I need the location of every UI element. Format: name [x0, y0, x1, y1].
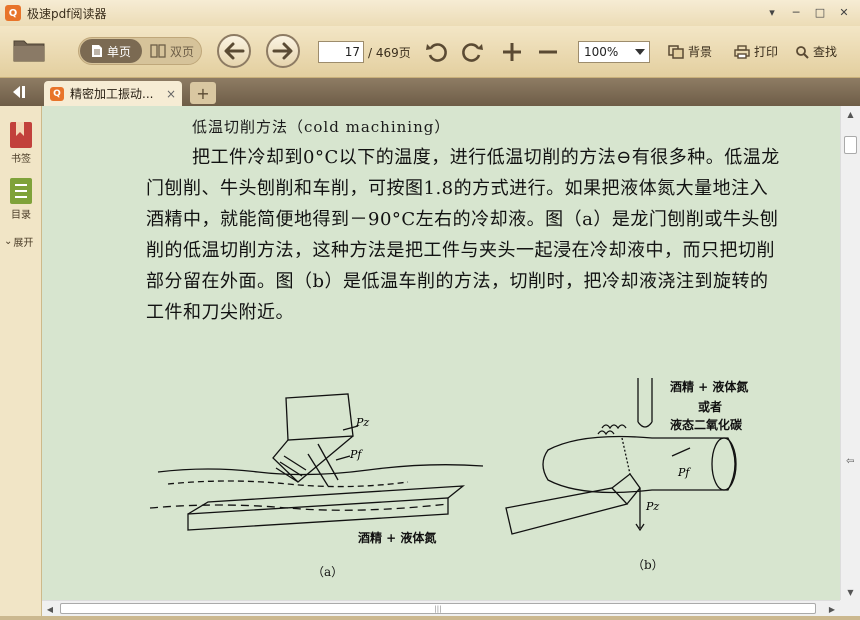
arrow-right-icon — [272, 42, 293, 60]
chevron-down-icon: ⌄ — [4, 236, 13, 247]
app-logo-icon: Q — [5, 5, 21, 21]
figure-a-caption: （a） — [312, 565, 344, 579]
expand-panel-button[interactable]: ⌄ 展开 — [4, 234, 33, 249]
rotate-left-button[interactable] — [425, 40, 449, 64]
maximize-button[interactable]: □ — [810, 3, 830, 21]
scroll-down-icon[interactable]: ▼ — [841, 584, 860, 600]
printer-icon — [734, 44, 750, 59]
section-heading: 低温切削方法（cold machining） — [192, 118, 451, 136]
tab-document[interactable]: Q 精密加工振动... × — [44, 81, 182, 106]
figure-b-caption: （b） — [632, 558, 664, 572]
title-bar: Q 极速pdf阅读器 ▾ ─ □ ✕ — [0, 0, 860, 26]
label-pf: Pf — [677, 466, 691, 479]
figure-b-note-line2: 或者 — [698, 400, 723, 414]
background-button[interactable]: 背景 — [668, 43, 712, 60]
figure-b-diagram: Pf Pz — [505, 378, 737, 535]
double-page-button[interactable]: 双页 — [143, 39, 201, 63]
open-folder-button[interactable] — [12, 34, 46, 64]
print-label: 打印 — [754, 45, 779, 59]
single-page-icon — [91, 45, 102, 57]
side-panel: 书签 目录 ⌄ 展开 — [0, 106, 42, 620]
toc-button[interactable]: 目录 — [0, 176, 42, 221]
close-tab-icon[interactable]: × — [166, 87, 176, 101]
search-icon — [796, 45, 809, 59]
figure-a-note: 酒精 + 液体氮 — [358, 531, 437, 545]
zoom-select[interactable]: 100% — [578, 41, 650, 63]
window-controls: ▾ ─ □ ✕ — [762, 3, 854, 21]
rotate-right-icon — [462, 43, 483, 62]
arrow-left-icon — [224, 42, 245, 60]
horizontal-scroll-thumb[interactable]: ||| — [60, 603, 816, 614]
search-label: 查找 — [813, 45, 838, 59]
figure-b-note-line3: 液态二氧化碳 — [670, 418, 743, 432]
bookmarks-button[interactable]: 书签 — [0, 120, 42, 165]
toolbar: 单页 双页 17 / 469页 100% 背景 打印 查找 — [0, 26, 860, 78]
body-paragraph: 把工件冷却到0°C以下的温度，进行低温切削的方法⊖有很多种。低温龙门刨削、牛头刨… — [146, 147, 780, 323]
tab-label: 精密加工振动... — [70, 87, 154, 101]
page-edge-arrow-icon: ⇦ — [846, 456, 855, 467]
zoom-in-button[interactable] — [500, 40, 524, 64]
bookmarks-label: 书签 — [11, 154, 31, 165]
menu-dropdown-button[interactable]: ▾ — [762, 3, 782, 21]
bookmark-icon — [10, 122, 32, 148]
previous-page-button[interactable] — [217, 34, 251, 68]
rotate-right-button[interactable] — [460, 40, 484, 64]
single-page-button[interactable]: 单页 — [80, 39, 142, 63]
zoom-out-button[interactable] — [536, 40, 560, 64]
new-tab-button[interactable]: + — [190, 82, 216, 104]
horizontal-scrollbar[interactable]: ◀ ||| ▶ — [42, 600, 840, 616]
zoom-value: 100% — [584, 45, 619, 59]
label-pf: Pf — [349, 448, 363, 461]
page-total: / 469页 — [368, 46, 411, 60]
close-window-button[interactable]: ✕ — [834, 3, 854, 21]
figure-a-diagram: Pz Pf — [149, 393, 484, 531]
double-page-icon — [150, 44, 166, 58]
tab-bar: Q 精密加工振动... × + — [0, 78, 860, 106]
pdf-logo-icon: Q — [50, 86, 64, 101]
toc-label: 目录 — [11, 210, 31, 221]
plus-icon — [503, 43, 521, 61]
scroll-right-icon[interactable]: ▶ — [824, 601, 840, 617]
scroll-up-icon[interactable]: ▲ — [841, 106, 860, 122]
minus-icon — [539, 50, 557, 54]
collapse-sidebar-icon — [13, 86, 25, 98]
background-label: 背景 — [688, 45, 713, 59]
vertical-scrollbar[interactable]: ▲ ▼ — [840, 106, 860, 600]
search-button[interactable]: 查找 — [795, 43, 837, 60]
expand-label: 展开 — [13, 238, 34, 249]
label-pz: Pz — [645, 500, 659, 513]
chevron-down-icon — [635, 49, 645, 55]
table-of-contents-icon — [10, 178, 32, 204]
document-view: 低温切削方法（cold machining） 把工件冷却到0°C以下的温度，进行… — [42, 106, 840, 600]
next-page-button[interactable] — [266, 34, 300, 68]
rotate-left-icon — [426, 43, 447, 62]
page-number-input[interactable]: 17 — [318, 41, 364, 63]
bottom-border — [0, 616, 860, 620]
window-title: 极速pdf阅读器 — [27, 6, 107, 21]
view-mode-toggle: 单页 双页 — [78, 37, 202, 65]
label-pz: Pz — [355, 416, 369, 429]
folder-icon — [13, 40, 45, 62]
print-button[interactable]: 打印 — [734, 43, 778, 60]
background-icon — [668, 44, 684, 59]
sidebar-toggle-button[interactable] — [0, 78, 40, 106]
double-page-label: 双页 — [169, 44, 194, 59]
minimize-button[interactable]: ─ — [786, 3, 806, 21]
scroll-left-icon[interactable]: ◀ — [42, 601, 58, 617]
vertical-scroll-thumb[interactable] — [844, 136, 857, 154]
figure-b-note-line1: 酒精 + 液体氮 — [670, 380, 749, 394]
scrollbar-corner — [840, 600, 860, 616]
single-page-label: 单页 — [106, 44, 131, 59]
